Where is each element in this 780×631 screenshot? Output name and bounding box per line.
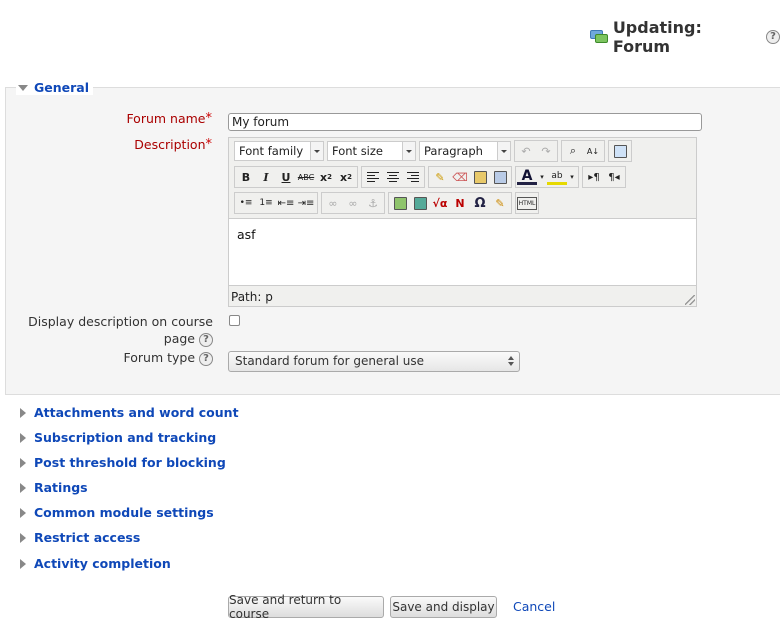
align-left-icon[interactable] bbox=[363, 167, 383, 187]
help-icon[interactable]: ? bbox=[199, 351, 213, 366]
cancel-link[interactable]: Cancel bbox=[513, 599, 555, 614]
section-subscription[interactable]: Subscription and tracking bbox=[20, 430, 216, 445]
section-common-module[interactable]: Common module settings bbox=[20, 505, 214, 520]
redo-icon[interactable]: ↷ bbox=[536, 141, 556, 161]
forum-type-label: Forum type ? bbox=[20, 350, 213, 366]
dropdown-arrow-icon bbox=[310, 142, 323, 160]
forum-name-input[interactable]: My forum bbox=[228, 113, 702, 131]
insert-group: √α N Ω ✎ bbox=[388, 192, 512, 214]
display-description-label: Display description on course page ? bbox=[28, 314, 213, 347]
highlight-dropdown-icon[interactable]: ▾ bbox=[567, 167, 577, 187]
forum-icon bbox=[590, 29, 608, 45]
clipboard-group: ✎ ⌫ bbox=[428, 166, 512, 188]
section-ratings[interactable]: Ratings bbox=[20, 480, 88, 495]
eraser-icon[interactable]: ⌫ bbox=[450, 167, 470, 187]
required-icon: * bbox=[205, 111, 213, 126]
align-center-icon[interactable] bbox=[383, 167, 403, 187]
section-restrict-access[interactable]: Restrict access bbox=[20, 530, 140, 545]
help-icon[interactable]: ? bbox=[199, 332, 213, 347]
text-color-dropdown-icon[interactable]: ▾ bbox=[537, 167, 547, 187]
section-attachments[interactable]: Attachments and word count bbox=[20, 405, 239, 420]
forum-type-select[interactable]: Standard forum for general use bbox=[228, 351, 520, 372]
editor-path: Path: p bbox=[231, 290, 273, 304]
undo-redo-group: ↶ ↷ bbox=[514, 140, 558, 162]
select-arrows-icon bbox=[508, 356, 514, 366]
description-content[interactable]: asf bbox=[229, 218, 696, 286]
dropdown-arrow-icon bbox=[402, 142, 415, 160]
ltr-icon[interactable]: ▸¶ bbox=[584, 167, 604, 187]
collapsed-triangle-icon bbox=[20, 558, 26, 569]
editor-toolbar-row-1: Font family Font size Paragraph ↶ ↷ ⌕ A↓ bbox=[234, 140, 635, 162]
editor-toolbar-row-3: •≡ 1≡ ⇤≡ ⇥≡ ∞ ∞ ⚓ √α N Ω ✎ HTML bbox=[234, 192, 542, 214]
help-icon[interactable]: ? bbox=[766, 30, 780, 44]
unlink-icon[interactable]: ∞ bbox=[343, 193, 363, 213]
highlight-color-icon[interactable]: ab bbox=[547, 169, 567, 185]
undo-icon[interactable]: ↶ bbox=[516, 141, 536, 161]
cleanup-icon[interactable]: ✎ bbox=[430, 167, 450, 187]
strikethrough-icon[interactable]: ABC bbox=[296, 167, 316, 187]
fullscreen-icon[interactable] bbox=[610, 141, 630, 161]
italic-icon[interactable]: I bbox=[256, 167, 276, 187]
description-editor: Font family Font size Paragraph ↶ ↷ ⌕ A↓… bbox=[228, 137, 697, 307]
link-group: ∞ ∞ ⚓ bbox=[321, 192, 385, 214]
bullet-list-icon[interactable]: •≡ bbox=[236, 193, 256, 213]
collapsed-triangle-icon bbox=[20, 532, 26, 543]
description-label: Description* bbox=[134, 137, 213, 152]
section-post-threshold[interactable]: Post threshold for blocking bbox=[20, 455, 226, 470]
numbered-list-icon[interactable]: 1≡ bbox=[256, 193, 276, 213]
paste-word-icon[interactable] bbox=[490, 167, 510, 187]
page-header: Updating: Forum ? bbox=[590, 18, 780, 56]
replace-icon[interactable]: A↓ bbox=[583, 141, 603, 161]
equation-icon[interactable]: √α bbox=[430, 193, 450, 213]
required-icon: * bbox=[205, 137, 213, 152]
general-legend-label: General bbox=[34, 80, 89, 95]
expanded-triangle-icon bbox=[18, 84, 28, 91]
rtl-icon[interactable]: ¶◂ bbox=[604, 167, 624, 187]
collapsed-triangle-icon bbox=[20, 457, 26, 468]
find-icon[interactable]: ⌕ bbox=[563, 141, 583, 161]
html-icon[interactable]: HTML bbox=[517, 196, 537, 210]
link-icon[interactable]: ∞ bbox=[323, 193, 343, 213]
display-description-checkbox[interactable] bbox=[229, 315, 240, 326]
font-family-select[interactable]: Font family bbox=[234, 141, 324, 161]
html-group: HTML bbox=[515, 192, 539, 214]
search-group: ⌕ A↓ bbox=[561, 140, 605, 162]
indent-icon[interactable]: ⇥≡ bbox=[296, 193, 316, 213]
subscript-icon[interactable]: x2 bbox=[316, 167, 336, 187]
superscript-icon[interactable]: x2 bbox=[336, 167, 356, 187]
special-char-icon[interactable]: Ω bbox=[470, 193, 490, 213]
text-style-group: B I U ABC x2 x2 bbox=[234, 166, 358, 188]
editor-toolbar-row-2: B I U ABC x2 x2 ✎ ⌫ A ▾ ab ▾ ▸¶ ¶◂ bbox=[234, 166, 629, 188]
fullscreen-group bbox=[608, 140, 632, 162]
align-group bbox=[361, 166, 425, 188]
dropdown-arrow-icon bbox=[497, 142, 510, 160]
collapsed-triangle-icon bbox=[20, 482, 26, 493]
image-icon[interactable] bbox=[390, 193, 410, 213]
collapsed-triangle-icon bbox=[20, 407, 26, 418]
color-group: A ▾ ab ▾ bbox=[515, 166, 579, 188]
forum-name-label: Forum name* bbox=[126, 111, 213, 126]
page-title: Updating: Forum bbox=[612, 18, 702, 56]
media-icon[interactable] bbox=[410, 193, 430, 213]
general-legend[interactable]: General bbox=[16, 80, 93, 95]
bold-icon[interactable]: B bbox=[236, 167, 256, 187]
save-return-button[interactable]: Save and return to course bbox=[228, 593, 384, 621]
nolink-icon[interactable]: N bbox=[450, 193, 470, 213]
anchor-icon[interactable]: ⚓ bbox=[363, 193, 383, 213]
spellcheck-icon[interactable]: ✎ bbox=[490, 193, 510, 213]
format-select[interactable]: Paragraph bbox=[419, 141, 511, 161]
collapsed-triangle-icon bbox=[20, 432, 26, 443]
underline-icon[interactable]: U bbox=[276, 167, 296, 187]
list-group: •≡ 1≡ ⇤≡ ⇥≡ bbox=[234, 192, 318, 214]
paste-text-icon[interactable] bbox=[470, 167, 490, 187]
outdent-icon[interactable]: ⇤≡ bbox=[276, 193, 296, 213]
text-color-icon[interactable]: A bbox=[517, 168, 537, 185]
resize-handle-icon[interactable] bbox=[685, 295, 695, 305]
align-right-icon[interactable] bbox=[403, 167, 423, 187]
direction-group: ▸¶ ¶◂ bbox=[582, 166, 626, 188]
font-size-select[interactable]: Font size bbox=[327, 141, 416, 161]
save-display-button[interactable]: Save and display bbox=[390, 596, 497, 618]
section-activity-completion[interactable]: Activity completion bbox=[20, 556, 171, 571]
collapsed-triangle-icon bbox=[20, 507, 26, 518]
